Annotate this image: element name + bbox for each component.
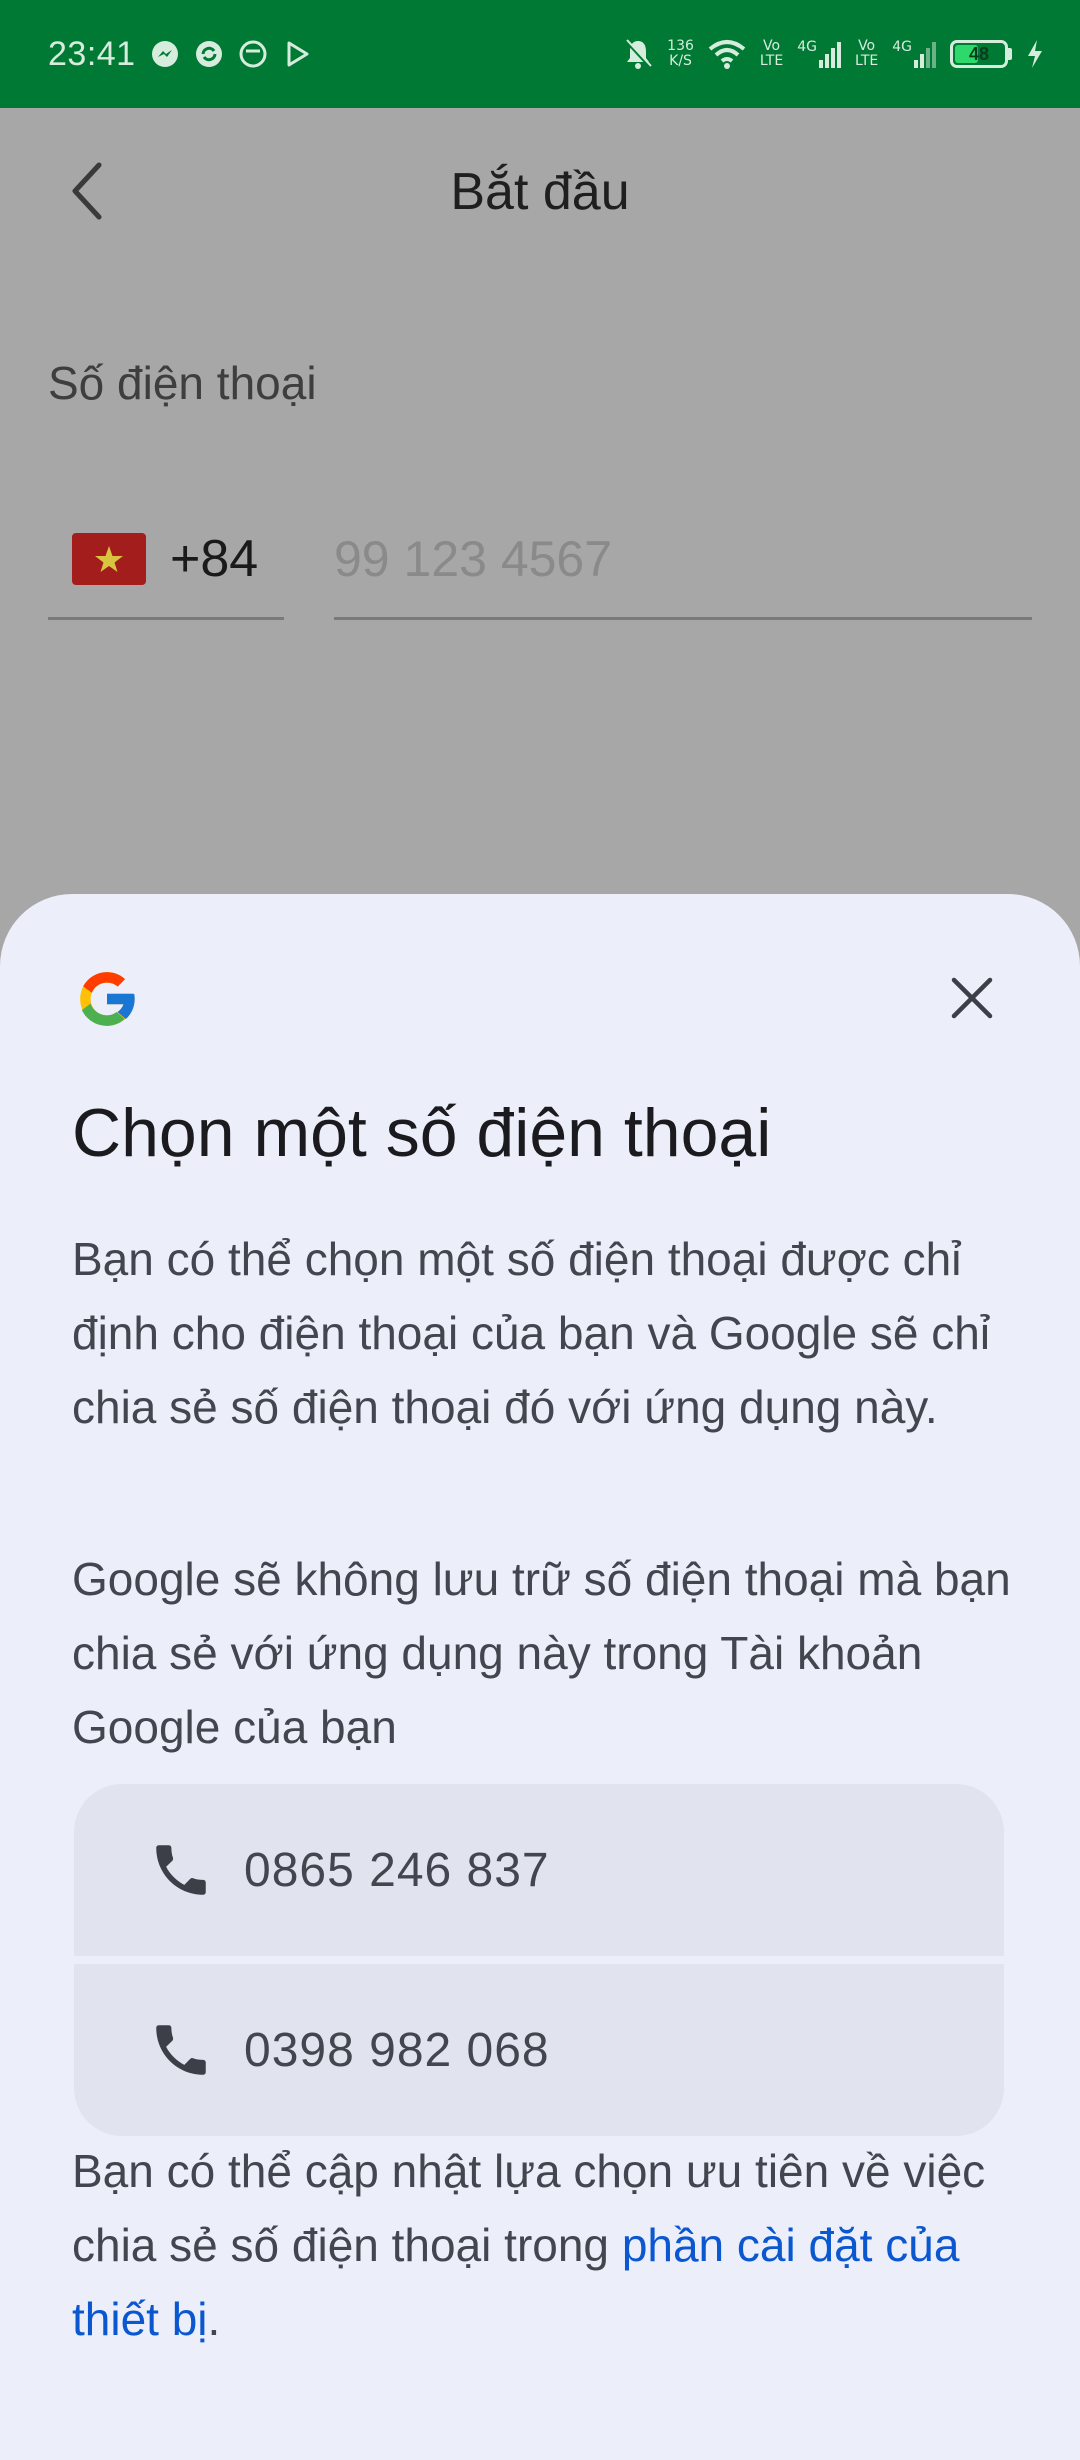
bell-muted-icon bbox=[623, 38, 653, 70]
sync-icon bbox=[194, 39, 224, 69]
close-button[interactable] bbox=[940, 966, 1004, 1030]
sim1-network: 4G bbox=[797, 39, 817, 55]
country-code-picker[interactable]: +84 bbox=[48, 500, 284, 620]
phone-number-label: Số điện thoại bbox=[48, 357, 317, 409]
footer-end: . bbox=[207, 2293, 221, 2345]
phone-number-input[interactable] bbox=[334, 500, 1032, 620]
close-icon bbox=[951, 977, 993, 1019]
sim2-volte: Vo LTE bbox=[855, 39, 878, 69]
battery-indicator: 48 bbox=[950, 40, 1012, 68]
google-logo-icon bbox=[72, 964, 142, 1034]
battery-level: 48 bbox=[968, 43, 990, 64]
app-header: Bắt đầu bbox=[0, 108, 1080, 278]
battery-tip bbox=[1008, 48, 1012, 60]
phone-icon bbox=[156, 1845, 206, 1895]
status-bar-right: 136 K/S Vo LTE 4G Vo LTE 4G 48 bbox=[623, 38, 1044, 70]
sim1-signal-icon: 4G bbox=[797, 40, 841, 68]
battery-icon: 48 bbox=[950, 40, 1008, 68]
phone-number-text: 0865 246 837 bbox=[244, 1843, 550, 1897]
network-speed-value: 136 bbox=[667, 38, 694, 54]
sim2-signal-icon: 4G bbox=[892, 40, 936, 68]
dial-code: +84 bbox=[170, 529, 259, 588]
network-speed-unit: K/S bbox=[669, 53, 692, 69]
camera-app-icon bbox=[238, 39, 268, 69]
page-title: Bắt đầu bbox=[450, 163, 630, 221]
wifi-icon bbox=[708, 39, 746, 69]
network-speed: 136 K/S bbox=[667, 39, 694, 69]
sim2-network: 4G bbox=[892, 39, 912, 55]
sheet-footer: Bạn có thể cập nhật lựa chọn ưu tiên về … bbox=[72, 2134, 1022, 2356]
sheet-privacy-note: Google sẽ không lưu trữ số điện thoại mà… bbox=[72, 1553, 1011, 1753]
sheet-title: Chọn một số điện thoại bbox=[72, 1095, 772, 1171]
screen: 23:41 136 K/S Vo LTE 4G Vo LTE 4G 48 Bắt… bbox=[0, 0, 1080, 2460]
messenger-icon bbox=[150, 39, 180, 69]
clock: 23:41 bbox=[48, 34, 136, 73]
phone-number-option[interactable]: 0865 246 837 bbox=[74, 1784, 1004, 1956]
phone-icon bbox=[156, 2025, 206, 2075]
phone-number-text: 0398 982 068 bbox=[244, 2023, 550, 2077]
sim1-volte-bottom: LTE bbox=[759, 53, 784, 69]
play-store-icon bbox=[282, 39, 312, 69]
vietnam-flag-icon bbox=[72, 532, 146, 585]
charging-icon bbox=[1026, 39, 1044, 69]
status-bar: 23:41 136 K/S Vo LTE 4G Vo LTE 4G 48 bbox=[0, 0, 1080, 108]
phone-number-option[interactable]: 0398 982 068 bbox=[74, 1964, 1004, 2136]
sim2-volte-top: Vo bbox=[858, 38, 876, 54]
sim2-volte-bottom: LTE bbox=[854, 53, 879, 69]
phone-number-list: 0865 246 837 0398 982 068 bbox=[74, 1784, 1004, 2136]
sheet-description: Bạn có thể chọn một số điện thoại được c… bbox=[72, 1233, 991, 1433]
sim1-volte: Vo LTE bbox=[760, 39, 783, 69]
status-bar-left: 23:41 bbox=[48, 35, 312, 74]
sim1-volte-top: Vo bbox=[763, 38, 781, 54]
phone-number-picker-sheet: Chọn một số điện thoại Bạn có thể chọn m… bbox=[0, 894, 1080, 2460]
